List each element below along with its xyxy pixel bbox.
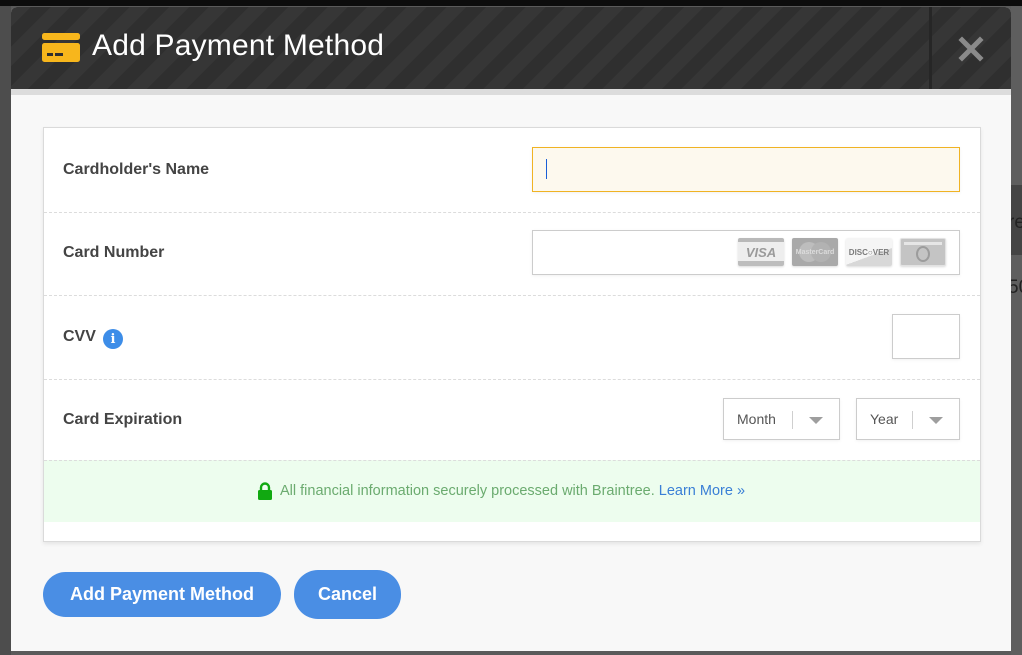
discover-logo-icon: DISC○VER [846,238,892,266]
lock-icon [258,482,272,500]
close-divider [929,7,932,89]
info-icon[interactable]: i [103,329,123,349]
cancel-button[interactable]: Cancel [294,570,401,619]
card-number-input[interactable]: VISA MasterCard DISC○VER [532,230,960,275]
select-divider [792,411,793,429]
expiration-month-select[interactable]: Month [723,398,840,440]
select-divider [912,411,913,429]
cvv-input[interactable] [892,314,960,359]
card-number-row: Card Number VISA MasterCard DISC○VER [44,212,980,296]
modal-header: Add Payment Method [11,7,1011,89]
modal-title: Add Payment Method [92,29,385,62]
header-divider [11,89,1011,95]
accepted-cards: VISA MasterCard DISC○VER [738,238,946,267]
cvv-label: CVV [63,328,96,345]
secure-notice-text: All financial information securely proce… [280,483,655,499]
credit-card-icon [42,33,80,62]
close-icon[interactable] [953,31,989,67]
background-top-bar [0,0,1022,6]
card-expiration-row: Card Expiration Month Year [44,379,980,460]
text-cursor [546,159,547,179]
chevron-down-icon [809,417,823,424]
year-select-value: Year [870,411,899,427]
add-payment-method-button[interactable]: Add Payment Method [43,572,281,617]
chevron-down-icon [929,417,943,424]
card-number-label: Card Number [63,244,165,261]
payment-form: Cardholder's Name Card Number VISA Maste… [43,127,981,542]
amex-logo-icon [900,238,946,266]
secure-processing-notice: All financial information securely proce… [44,460,980,522]
cardholder-name-input[interactable] [532,147,960,192]
add-payment-method-modal: Add Payment Method Cardholder's Name Car… [11,7,1011,651]
cardholder-name-row: Cardholder's Name [44,128,980,213]
background-left-edge [0,6,11,655]
card-expiration-label: Card Expiration [63,411,183,428]
mastercard-logo-icon: MasterCard [792,238,838,266]
background-right-edge [1011,6,1022,655]
mastercard-logo-text: MasterCard [795,248,835,256]
month-select-value: Month [737,411,776,427]
expiration-year-select[interactable]: Year [856,398,960,440]
cardholder-name-label: Cardholder's Name [63,161,210,178]
learn-more-link[interactable]: Learn More » [659,483,745,499]
visa-logo-icon: VISA [738,238,784,266]
cvv-row: CVV i [44,295,980,380]
